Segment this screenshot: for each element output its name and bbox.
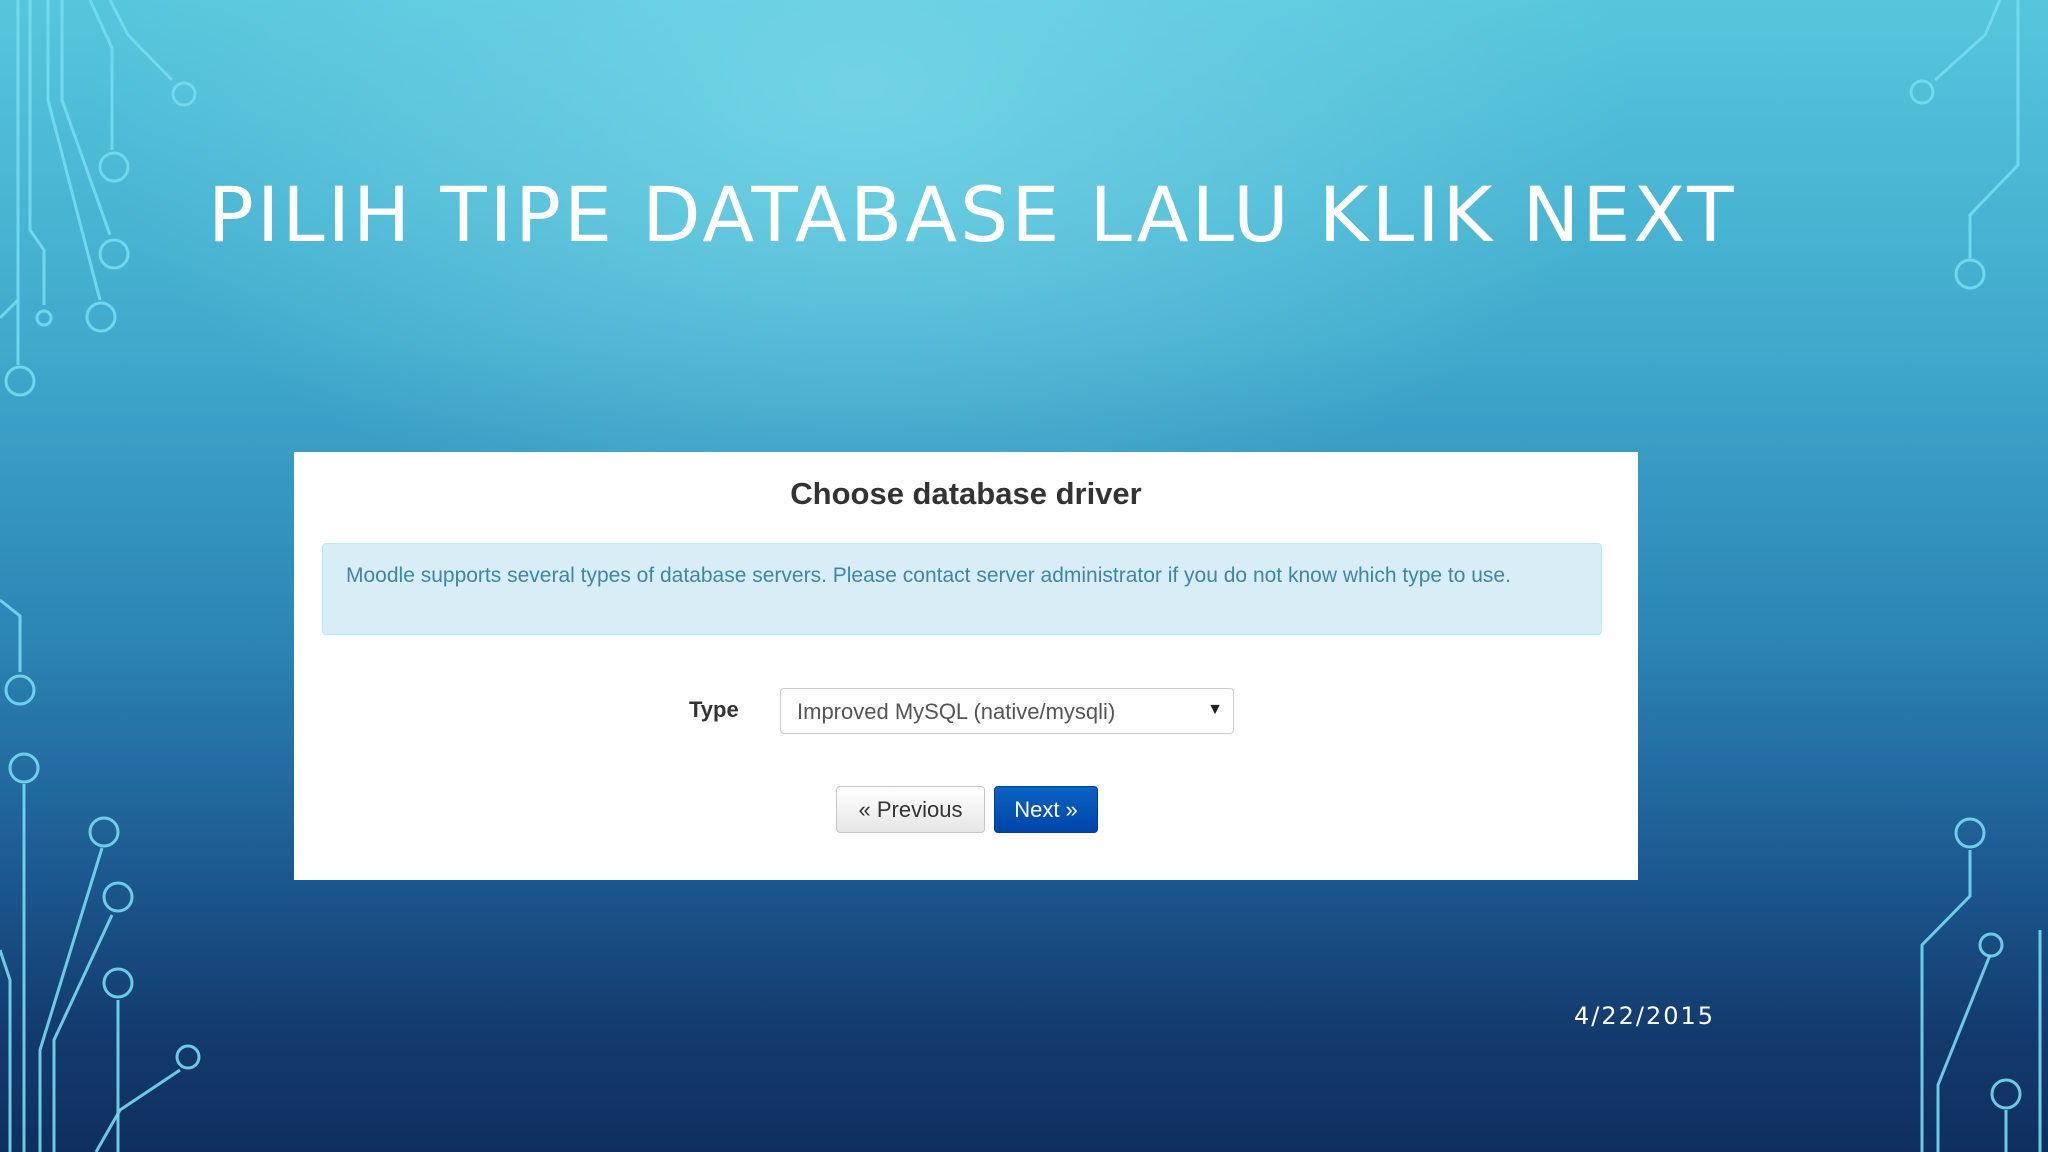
info-text: Moodle supports several types of databas… [346, 564, 1511, 587]
type-label: Type [689, 697, 739, 722]
panel-heading: Choose database driver [790, 476, 1142, 511]
database-type-select[interactable]: Improved MySQL (native/mysqli) ▼ [780, 688, 1234, 734]
next-button[interactable]: Next » [994, 786, 1098, 833]
previous-button[interactable]: « Previous [836, 786, 985, 833]
database-type-value: Improved MySQL (native/mysqli) [797, 699, 1116, 724]
slide-date: 4/22/2015 [1574, 1002, 1716, 1030]
caret-down-icon: ▼ [1207, 701, 1223, 718]
info-alert: Moodle supports several types of databas… [322, 543, 1602, 635]
installer-panel: Choose database driver Moodle supports s… [294, 452, 1638, 880]
slide-title: PILIH TIPE DATABASE LALU KLIK NEXT [208, 170, 1737, 259]
